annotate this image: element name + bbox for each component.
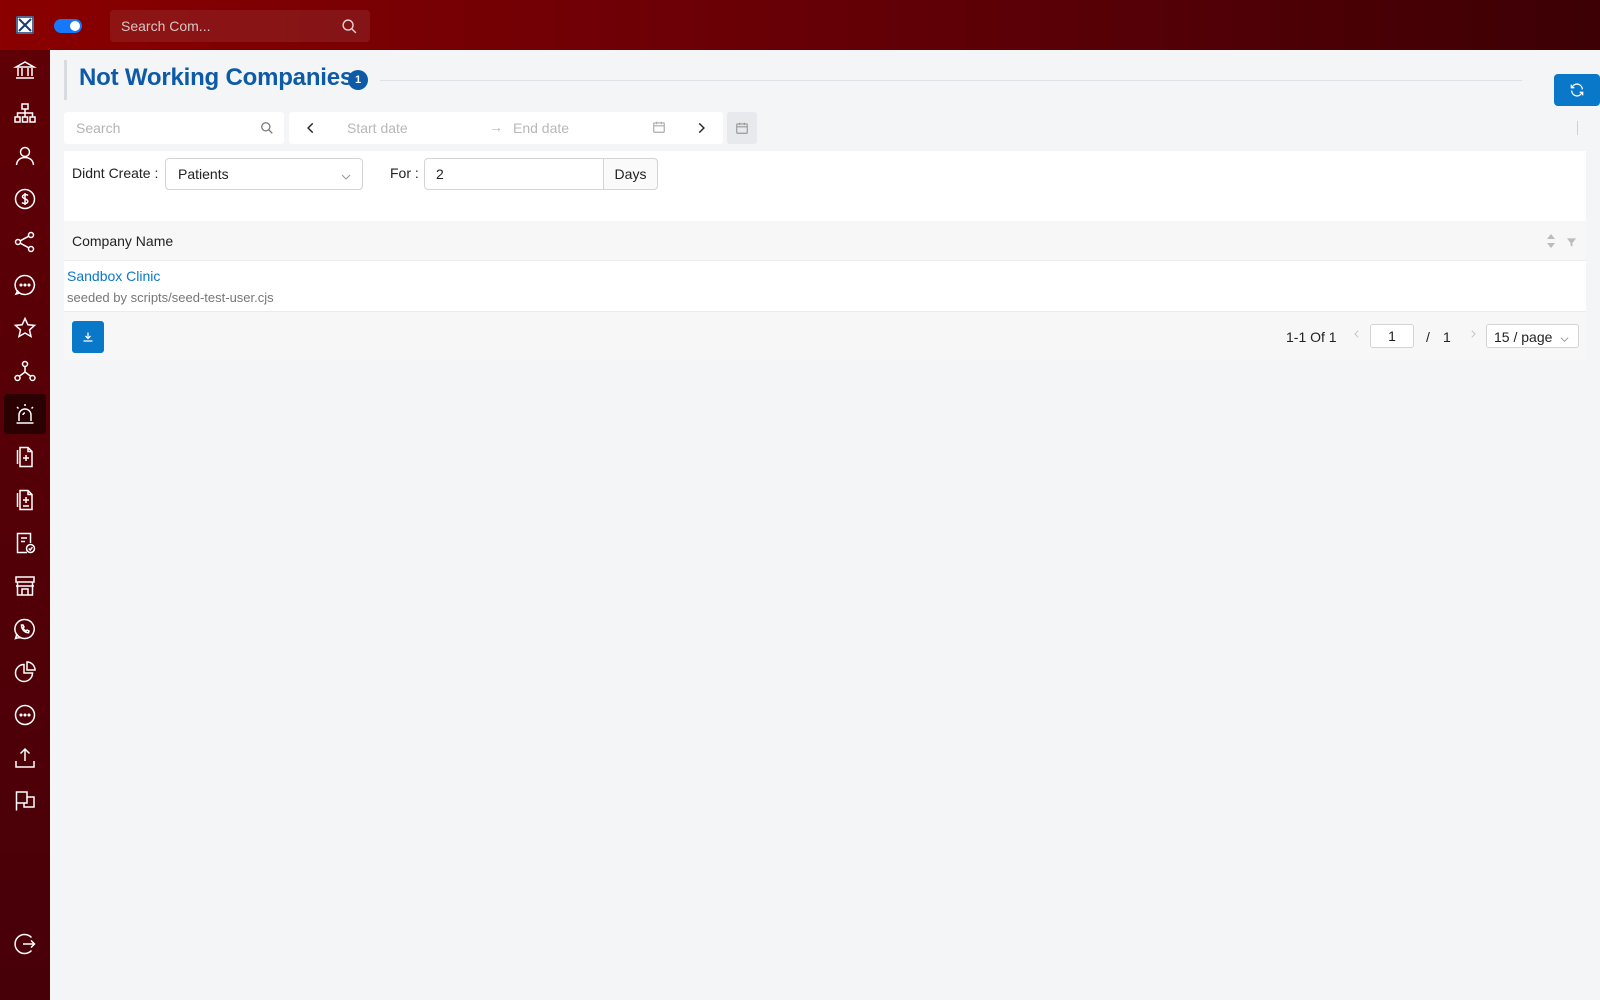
nav-flags[interactable] <box>4 781 46 821</box>
download-button[interactable] <box>72 321 104 353</box>
nav-reports[interactable] <box>4 652 46 692</box>
chat-icon <box>14 274 36 296</box>
nav-whatsapp[interactable] <box>4 609 46 649</box>
nav-logout[interactable] <box>4 924 46 964</box>
list-search-input[interactable] <box>64 112 254 144</box>
refresh-icon <box>1570 83 1584 97</box>
days-input[interactable] <box>424 158 604 190</box>
chevron-right-icon <box>698 122 705 134</box>
page-number-input[interactable] <box>1370 324 1414 348</box>
flag-icon <box>15 791 35 811</box>
nav-chat[interactable] <box>4 695 46 735</box>
theme-toggle[interactable] <box>54 19 82 33</box>
page-separator: / <box>1426 329 1430 345</box>
toolbar-divider <box>1577 121 1578 135</box>
sort-icon[interactable] <box>1546 233 1556 252</box>
chevron-left-icon <box>307 122 314 134</box>
nav-network[interactable] <box>4 351 46 391</box>
pie-chart-icon <box>14 661 36 683</box>
nav-organization[interactable] <box>4 93 46 133</box>
chevron-down-icon <box>340 170 352 186</box>
company-search <box>110 10 370 42</box>
bank-icon <box>13 61 37 79</box>
company-name-link[interactable]: Sandbox Clinic <box>67 268 160 284</box>
nav-alerts[interactable] <box>4 394 46 434</box>
nav-store[interactable] <box>4 566 46 606</box>
next-period-button[interactable] <box>681 112 721 144</box>
sidebar <box>0 50 50 1000</box>
document-check-icon <box>16 532 36 554</box>
nav-share[interactable] <box>4 222 46 262</box>
document-list-icon <box>16 489 33 511</box>
nav-documents-list[interactable] <box>4 480 46 520</box>
pagination-total: 1-1 Of 1 <box>1286 329 1337 345</box>
companies-table: Company Name Sandbox Clinic seeded by sc… <box>64 221 1586 360</box>
end-date-input[interactable] <box>513 112 643 144</box>
network-icon <box>14 360 36 382</box>
nav-finance[interactable] <box>4 179 46 219</box>
next-page-button[interactable] <box>1468 327 1478 344</box>
app-logo-icon[interactable] <box>16 16 34 34</box>
page-size-select[interactable]: 15 / page <box>1486 324 1579 348</box>
phone-icon <box>14 618 35 640</box>
nav-bank[interactable] <box>4 50 46 90</box>
nav-documents-add[interactable] <box>4 437 46 477</box>
org-chart-icon <box>14 103 36 123</box>
table-row: Sandbox Clinic seeded by scripts/seed-te… <box>64 261 1586 312</box>
column-company-name[interactable]: Company Name <box>72 233 173 249</box>
page-size-value: 15 / page <box>1494 329 1553 345</box>
user-icon <box>15 146 35 166</box>
company-note: seeded by scripts/seed-test-user.cjs <box>67 290 274 305</box>
calendar-icon <box>736 122 748 134</box>
nav-documents-check[interactable] <box>4 523 46 563</box>
download-icon <box>83 332 93 342</box>
top-bar <box>0 0 1600 50</box>
total-pages: 1 <box>1443 329 1451 345</box>
filter-icon[interactable] <box>1566 235 1577 251</box>
table-footer: 1-1 Of 1 / 1 15 / page <box>64 312 1586 360</box>
logout-icon <box>14 933 36 955</box>
search-icon[interactable] <box>341 18 358 38</box>
page-header: Not Working Companies 1 <box>64 60 1600 106</box>
didnt-create-label: Didnt Create : <box>72 165 159 181</box>
filter-panel: Didnt Create : Patients For : Days <box>64 151 1586 221</box>
nav-messages[interactable] <box>4 265 46 305</box>
nav-favorites[interactable] <box>4 308 46 348</box>
company-search-input[interactable] <box>110 10 330 42</box>
entity-type-value: Patients <box>178 166 229 182</box>
share-icon <box>14 231 35 253</box>
page-title: Not Working Companies <box>79 64 354 91</box>
count-badge: 1 <box>348 70 368 90</box>
store-icon <box>15 576 35 596</box>
date-separator-icon: → <box>489 119 503 135</box>
previous-period-button[interactable] <box>291 112 331 144</box>
search-icon[interactable] <box>260 121 274 138</box>
alarm-icon <box>16 404 34 424</box>
dollar-icon <box>14 188 36 210</box>
calendar-button[interactable] <box>727 112 757 144</box>
chevron-left-icon <box>1354 330 1359 338</box>
entity-type-select[interactable]: Patients <box>165 158 363 190</box>
chevron-right-icon <box>1471 330 1476 338</box>
list-search <box>64 112 284 144</box>
date-range-picker: → <box>289 112 723 144</box>
nav-users[interactable] <box>4 136 46 176</box>
nav-upload[interactable] <box>4 738 46 778</box>
start-date-input[interactable] <box>347 112 483 144</box>
refresh-button[interactable] <box>1554 74 1600 106</box>
header-divider <box>380 80 1522 81</box>
table-header: Company Name <box>64 221 1586 261</box>
chat-dots-icon <box>14 704 36 726</box>
chevron-down-icon <box>1559 332 1570 348</box>
for-label: For : <box>390 165 419 181</box>
days-addon: Days <box>603 158 658 190</box>
upload-icon <box>15 747 35 768</box>
star-icon <box>13 316 37 339</box>
title-accent-bar <box>64 60 67 100</box>
calendar-icon[interactable] <box>652 120 666 137</box>
document-add-icon <box>16 446 33 468</box>
previous-page-button[interactable] <box>1352 327 1362 344</box>
